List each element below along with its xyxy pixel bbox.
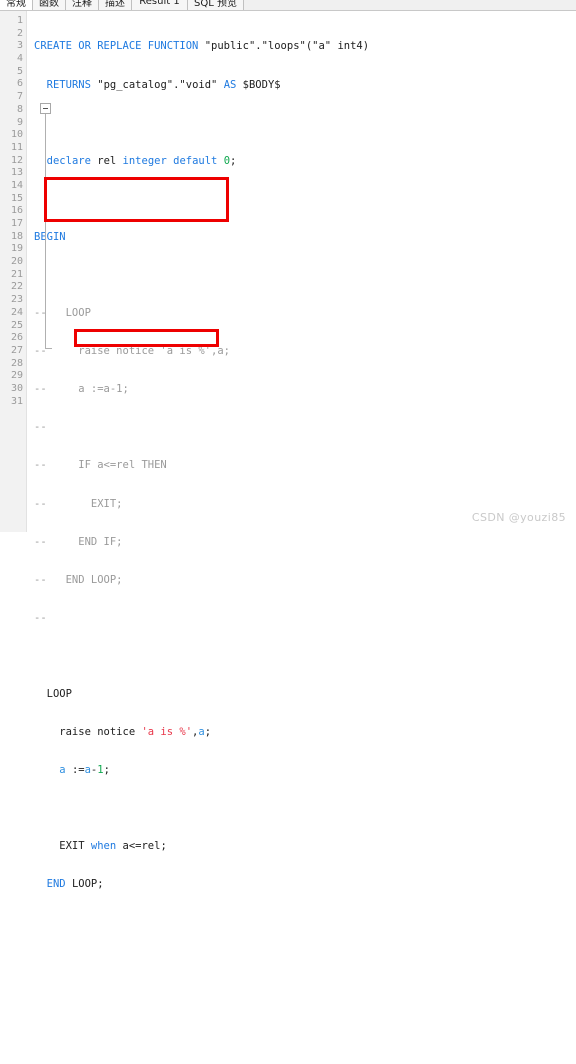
line-number: 29 (10, 370, 23, 382)
line-number: 2 (16, 27, 23, 39)
code-line-22[interactable]: EXIT when a<=rel; (34, 840, 574, 853)
tab-description[interactable]: 描述 (99, 0, 132, 10)
code-line-20[interactable]: a :=a-1; (34, 764, 574, 777)
code-line-15[interactable]: -- END LOOP; (34, 574, 574, 587)
code-line-6[interactable]: BEGIN (34, 231, 574, 244)
code-line-1[interactable]: CREATE OR REPLACE FUNCTION "public"."loo… (34, 40, 574, 53)
code-line-13[interactable]: -- EXIT; (34, 498, 574, 511)
line-number: 24 (10, 306, 23, 318)
line-number: 9 (16, 116, 23, 128)
line-number: 30 (10, 382, 23, 394)
tab-general[interactable]: 常规 (0, 0, 33, 10)
line-number: 14 (10, 179, 23, 191)
line-number: 8 (16, 103, 23, 115)
code-line-24[interactable] (34, 917, 574, 930)
code-line-9[interactable]: -- raise notice 'a is %',a; (34, 345, 574, 358)
line-number: 25 (10, 319, 23, 331)
tab-sql-preview-label: SQL 预览 (194, 0, 237, 9)
code-line-7[interactable] (34, 269, 574, 282)
line-number: 28 (10, 357, 23, 369)
code-content[interactable]: CREATE OR REPLACE FUNCTION "public"."loo… (34, 15, 574, 1064)
code-line-21[interactable] (34, 802, 574, 815)
code-line-17[interactable] (34, 650, 574, 663)
code-line-8[interactable]: -- LOOP (34, 307, 574, 320)
tab-sql-preview[interactable]: SQL 预览 (188, 0, 244, 10)
line-number: 21 (10, 268, 23, 280)
code-line-26[interactable] (34, 993, 574, 1006)
line-number: 11 (10, 141, 23, 153)
tab-general-label: 常规 (6, 0, 26, 9)
code-fold-guide-foot (45, 348, 52, 349)
code-line-16[interactable]: -- (34, 612, 574, 625)
code-line-23[interactable]: END LOOP; (34, 878, 574, 891)
tab-comment[interactable]: 注释 (66, 0, 99, 10)
tab-function[interactable]: 函数 (33, 0, 66, 10)
line-number: 1 (16, 15, 23, 26)
tab-result-1-label: Result 1 (139, 0, 180, 7)
code-line-10[interactable]: -- a :=a-1; (34, 383, 574, 396)
editor-tab-bar[interactable]: 常规 函数 注释 描述 Result 1 SQL 预览 (0, 0, 576, 11)
line-number: 20 (10, 256, 23, 268)
line-number: 13 (10, 167, 23, 179)
tab-result-1[interactable]: Result 1 (132, 0, 188, 10)
line-number: 22 (10, 281, 23, 293)
line-number: 5 (16, 65, 23, 77)
line-number: 3 (16, 40, 23, 52)
code-line-2[interactable]: RETURNS "pg_catalog"."void" AS $BODY$ (34, 79, 574, 92)
code-line-25[interactable] (34, 955, 574, 968)
line-number: 18 (10, 230, 23, 242)
code-line-19[interactable]: raise notice 'a is %',a; (34, 726, 574, 739)
code-fold-guide-line (45, 114, 46, 348)
csdn-watermark: CSDN @youzi85 (471, 511, 566, 524)
line-number: 4 (16, 53, 23, 65)
line-number: 27 (10, 344, 23, 356)
tab-comment-label: 注释 (72, 0, 92, 9)
minus-square-icon[interactable] (40, 103, 51, 114)
tab-description-label: 描述 (105, 0, 125, 9)
line-number: 7 (16, 91, 23, 103)
code-line-14[interactable]: -- END IF; (34, 536, 574, 549)
code-line-11[interactable]: -- (34, 421, 574, 434)
line-number: 12 (10, 154, 23, 166)
code-line-12[interactable]: -- IF a<=rel THEN (34, 459, 574, 472)
line-number: 6 (16, 78, 23, 90)
tab-function-label: 函数 (39, 0, 59, 9)
line-number-column: 1 2 3 4 5 6 7 8 9 10 11 12 13 14 15 16 1… (0, 15, 23, 408)
code-line-27[interactable] (34, 1031, 574, 1044)
sql-code-editor[interactable]: 1 2 3 4 5 6 7 8 9 10 11 12 13 14 15 16 1… (0, 11, 576, 890)
line-number: 26 (10, 332, 23, 344)
line-number: 23 (10, 294, 23, 306)
line-number: 16 (10, 205, 23, 217)
line-number: 10 (10, 129, 23, 141)
line-number: 17 (10, 218, 23, 229)
line-number: 19 (10, 243, 23, 255)
tab-bar-filler (244, 0, 576, 10)
code-line-3[interactable] (34, 117, 574, 130)
line-number: 31 (10, 395, 23, 407)
code-line-18[interactable]: LOOP (34, 688, 574, 701)
code-line-4[interactable]: declare rel integer default 0; (34, 155, 574, 168)
line-number: 15 (10, 192, 23, 204)
code-line-5[interactable] (34, 193, 574, 206)
